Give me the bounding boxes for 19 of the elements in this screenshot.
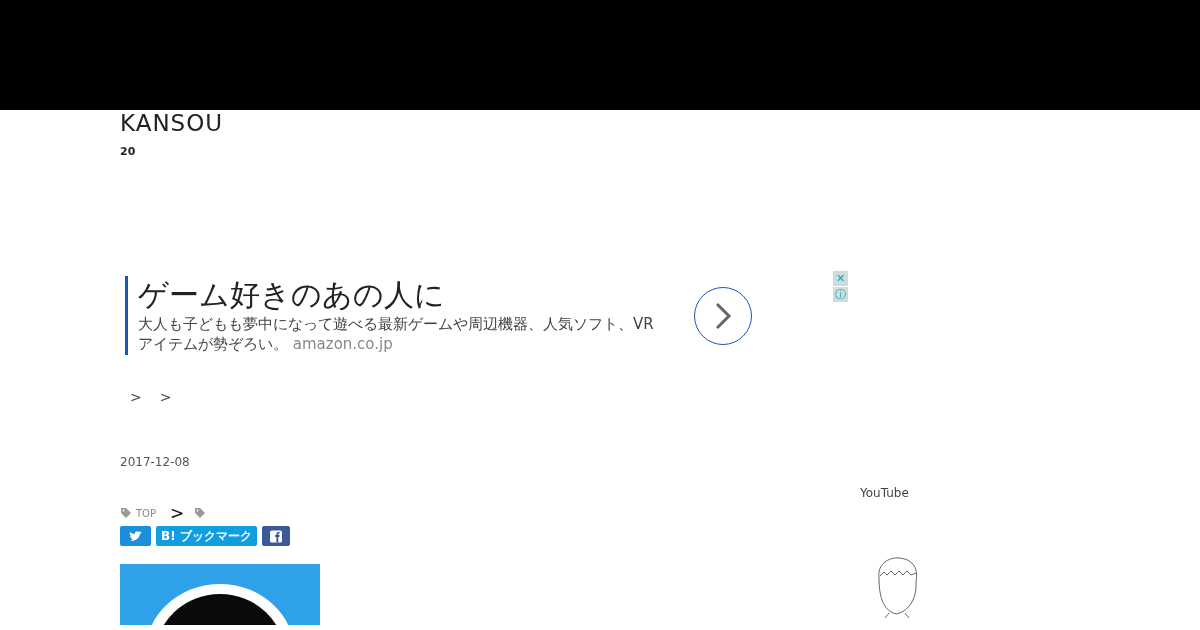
- entry-date: 2017-12-08: [120, 455, 191, 469]
- breadcrumb-separator: >: [130, 389, 142, 405]
- category-separator: >: [170, 503, 185, 523]
- breadcrumb-separator: >: [159, 389, 172, 405]
- facebook-share-button[interactable]: [261, 526, 290, 546]
- bird-icon: [129, 530, 142, 542]
- bookmark-button[interactable]: B! ブックマーク: [156, 526, 257, 546]
- ad-body: 大人も子どもも夢中になって遊べる最新ゲームや周辺機器、人気ソフト、VRアイテムが勢ぞろい。 amazon.co.jp: [138, 313, 655, 354]
- ad-headline[interactable]: ゲーム好きのあの人に: [138, 277, 658, 312]
- tag-icon: [194, 507, 207, 519]
- blog-title[interactable]: KANSOU: [120, 110, 1080, 135]
- blog-subtitle: 20: [120, 145, 137, 158]
- facebook-icon: [269, 529, 282, 543]
- ad-info-button[interactable]: ⓘ: [833, 287, 848, 302]
- close-ad-button[interactable]: ✕: [833, 271, 848, 286]
- sidebar-heading: YouTube: [860, 486, 910, 500]
- twitter-share-button[interactable]: [120, 526, 151, 546]
- category-link[interactable]: TOP: [136, 507, 156, 519]
- tag-icon: [120, 507, 132, 519]
